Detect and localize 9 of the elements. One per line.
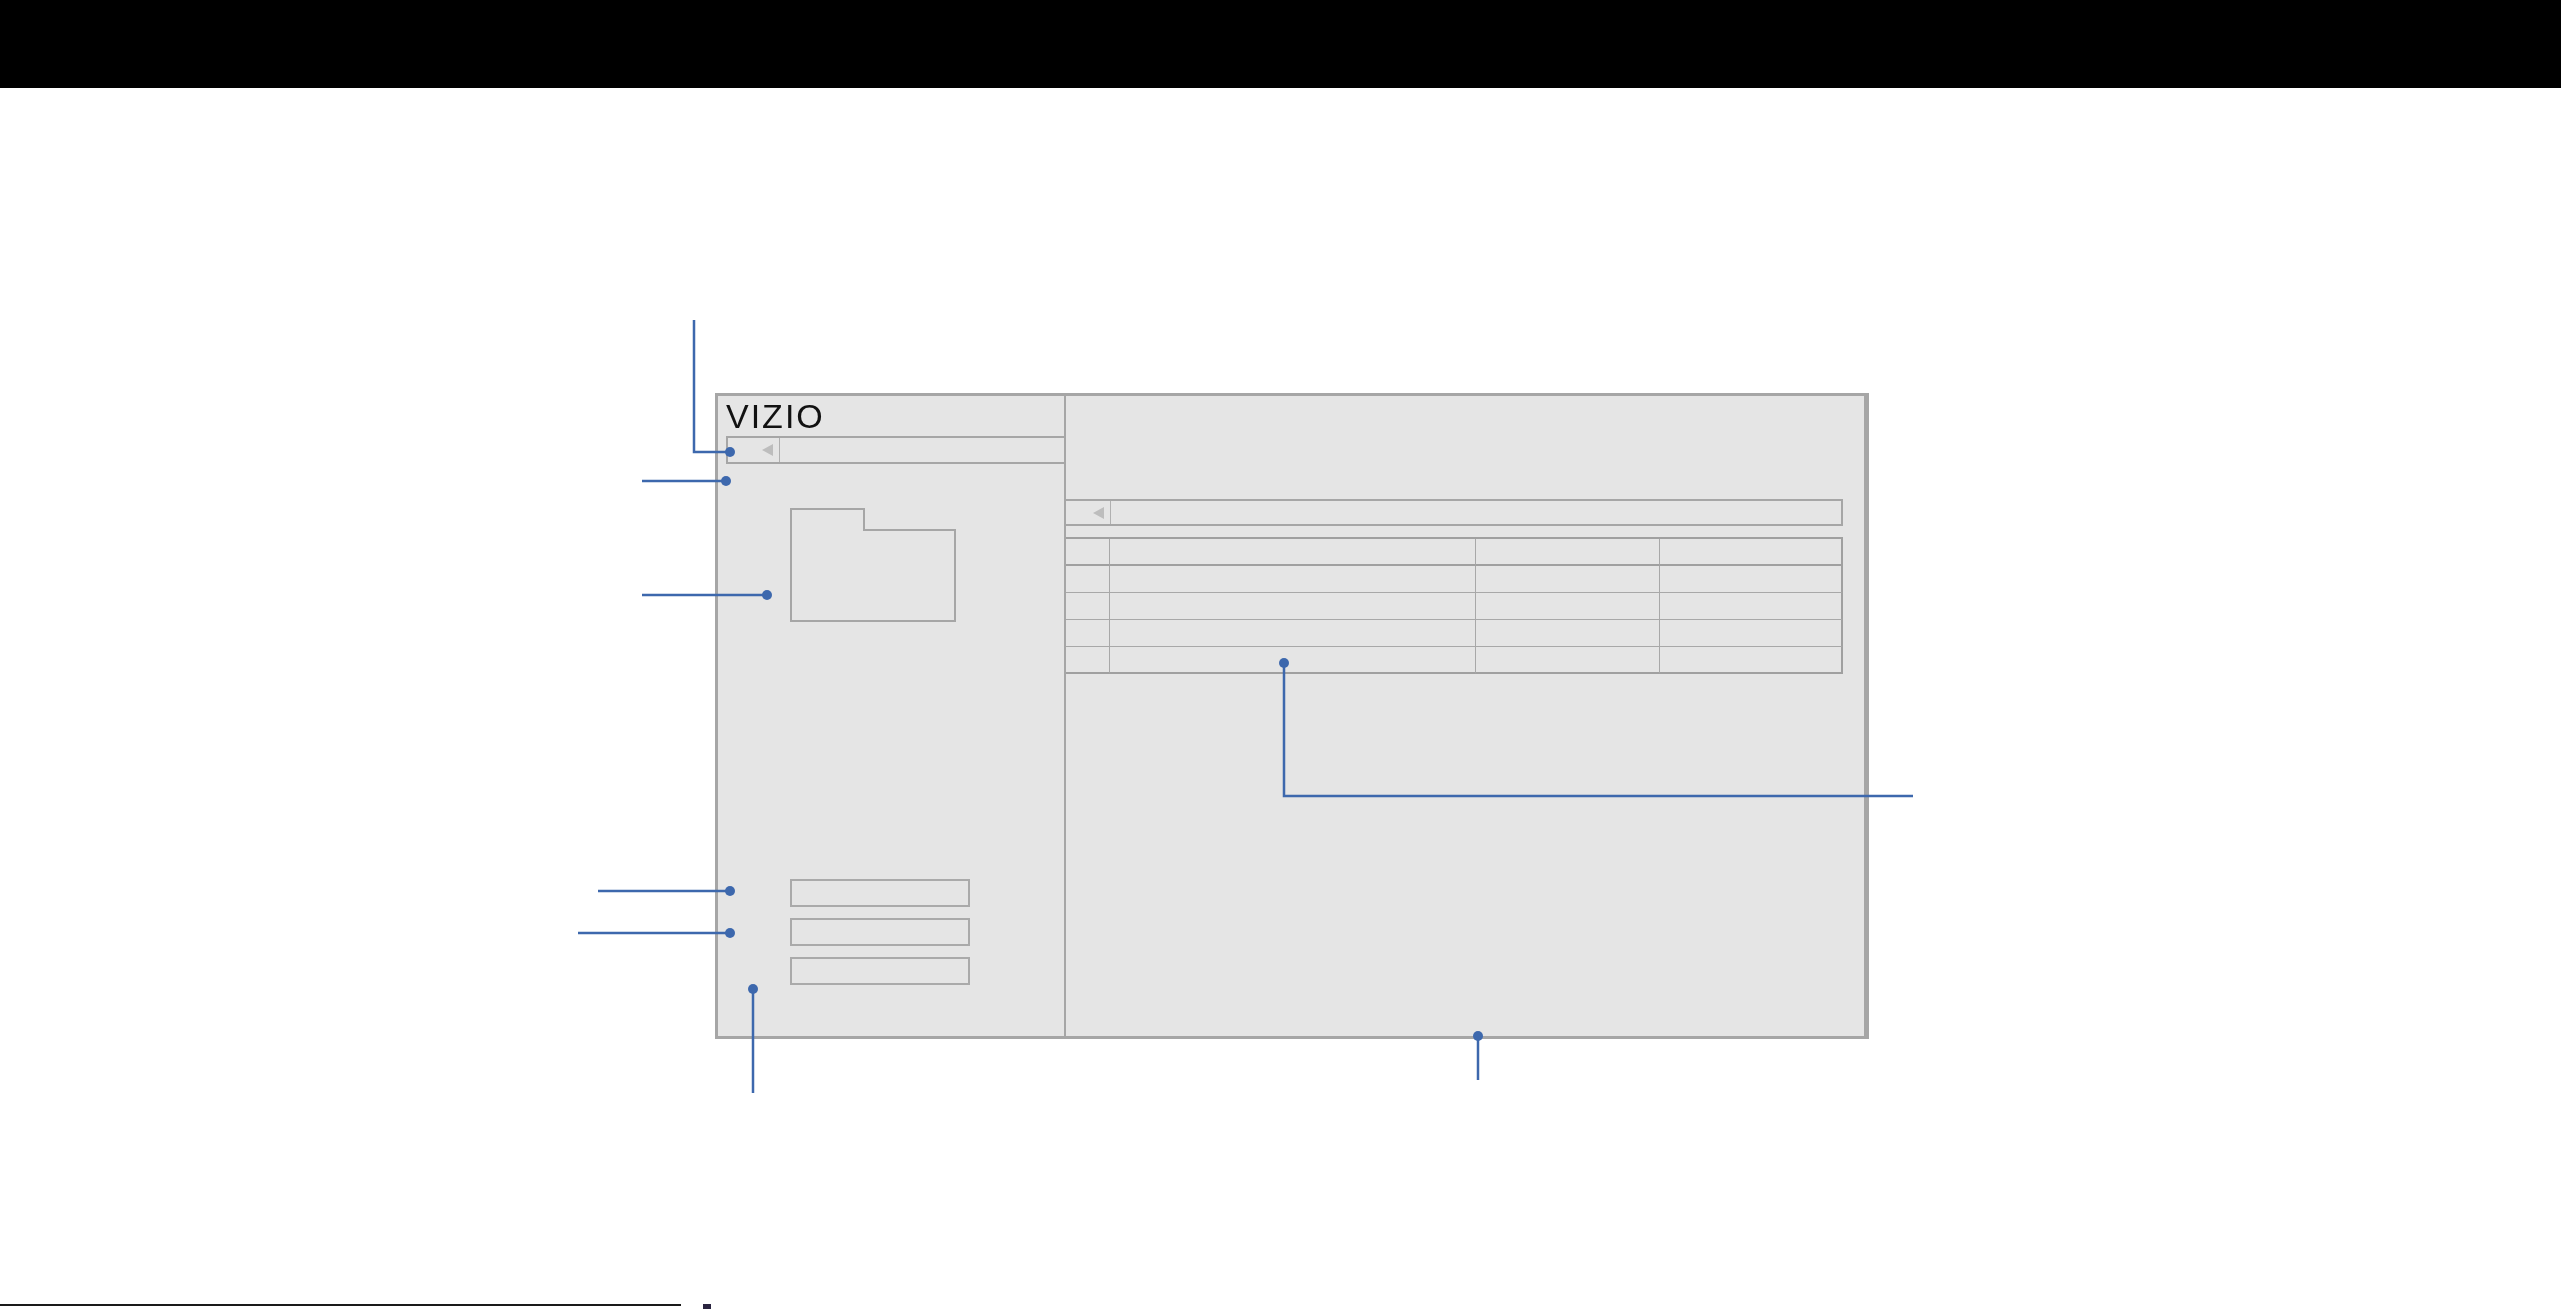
brand-logo: VIZIO [726, 399, 825, 433]
leader-line [1473, 1031, 1483, 1080]
back-icon [762, 444, 773, 456]
input-field[interactable] [790, 918, 970, 946]
input-field[interactable] [790, 957, 970, 985]
back-icon [1093, 506, 1104, 519]
folder-icon [790, 508, 956, 622]
input-field[interactable] [790, 879, 970, 907]
mark-icon [703, 1304, 711, 1309]
